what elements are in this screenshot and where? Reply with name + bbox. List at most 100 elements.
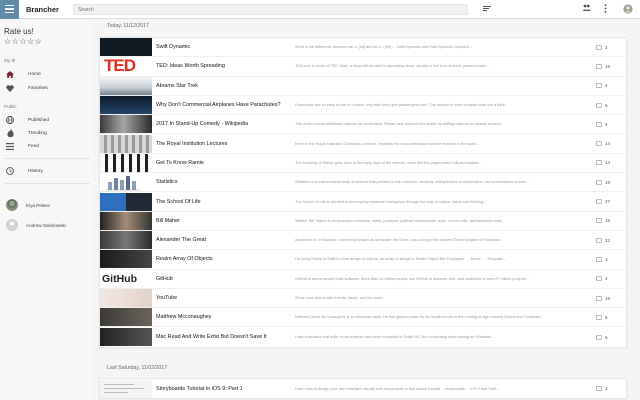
comment-count: 14 — [596, 141, 626, 147]
rating-stars[interactable]: ☆☆☆☆☆ — [4, 37, 42, 46]
avatar — [6, 199, 18, 211]
avatar — [6, 219, 18, 231]
item-title[interactable]: Abrams Star Trek — [152, 83, 295, 89]
sidebar-item-favorites[interactable]: Favorites — [0, 82, 93, 94]
thumbnail — [100, 379, 152, 398]
comment-icon — [596, 295, 602, 301]
item-title[interactable]: Mac Read And Write Exfat But Doesn't Sav… — [152, 334, 295, 340]
item-title[interactable]: Bill Maher — [152, 218, 295, 224]
comment-icon — [596, 256, 602, 262]
top-bar: Brancher + — [0, 0, 640, 19]
list-item[interactable]: Swift Dynamic What is the difference bet… — [100, 38, 626, 58]
sidebar-item-trending[interactable]: Trending — [0, 127, 93, 139]
item-title[interactable]: Storyboards Tutorial In iOS 9: Part 1 — [152, 386, 295, 392]
comment-icon — [596, 160, 602, 166]
main-content: Today, 11/12/2017 Swift Dynamic What is … — [93, 20, 640, 400]
people-icon[interactable] — [582, 4, 591, 13]
list-item[interactable]: Realm Array Of Objects I'm using Realm i… — [100, 250, 626, 270]
sidebar-item-label: Home — [28, 71, 41, 77]
item-title[interactable]: Why Don't Commercial Airplanes Have Para… — [152, 102, 295, 108]
item-title[interactable]: 2017 In Stand-Up Comedy - Wikipedia — [152, 121, 295, 127]
thumbnail — [100, 153, 152, 172]
comment-count: 2 — [596, 386, 626, 392]
sidebar-item-label: Published — [28, 117, 50, 123]
thumbnail — [100, 328, 152, 347]
item-description: The founding of Ramie goes back to the e… — [295, 160, 482, 165]
item-title[interactable]: Matthew Mcconaughey — [152, 314, 295, 320]
item-description: Share your videos with friends, family, … — [295, 296, 383, 300]
history-icon — [6, 167, 14, 175]
item-title[interactable]: The Royal Institution Lectures — [152, 141, 295, 147]
comment-icon — [596, 199, 602, 205]
more-vert-icon[interactable] — [604, 4, 607, 15]
thumbnail — [100, 231, 152, 250]
comment-count: 16 — [596, 295, 626, 301]
list-item[interactable]: Statistics Statistics is a mathematical … — [100, 173, 626, 193]
thumbnail — [100, 289, 152, 307]
item-title[interactable]: TED: Ideas Worth Spreading — [152, 63, 295, 69]
public-section-label: Public — [4, 104, 17, 109]
home-icon — [6, 70, 14, 78]
comment-count: 2 — [596, 44, 626, 50]
user-item[interactable]: Andrew Sokolowski — [0, 217, 93, 233]
item-title[interactable]: The School Of Life — [152, 199, 295, 205]
item-title[interactable]: Realm Array Of Objects — [152, 256, 295, 262]
comment-count: 16 — [596, 218, 626, 224]
list-item[interactable]: YouTube Share your videos with friends, … — [100, 289, 626, 309]
comment-count: 22 — [596, 237, 626, 243]
comment-count: 27 — [596, 199, 626, 205]
item-title[interactable]: GitHub — [152, 276, 295, 282]
list-item[interactable]: GitHub GitHub GitHub is where people bui… — [100, 269, 626, 289]
comment-count: 5 — [596, 314, 626, 320]
comment-icon — [596, 141, 602, 147]
menu-icon[interactable] — [0, 0, 19, 19]
list-item[interactable]: The Royal Institution Lectures Enter to … — [100, 134, 626, 154]
sidebar-item-label: Trending — [28, 130, 47, 136]
list-item[interactable]: The School Of Life The School of Life is… — [100, 192, 626, 212]
user-item[interactable]: Elya Peleev — [0, 197, 93, 213]
item-description: I had a situation that a file on an exte… — [295, 335, 494, 340]
comment-count: 6 — [596, 334, 626, 340]
thumbnail — [100, 192, 152, 211]
item-description: This article needs additional citations … — [295, 122, 504, 127]
sort-icon[interactable] — [483, 6, 491, 13]
date-header: Today, 11/12/2017 — [107, 23, 149, 29]
list-item[interactable]: Get To Know Ramie The founding of Ramie … — [100, 153, 626, 174]
item-title[interactable]: Alexander The Great — [152, 237, 295, 243]
item-description: GitHub is where people build software. M… — [295, 276, 529, 281]
list-item[interactable]: 2017 In Stand-Up Comedy - Wikipedia This… — [100, 115, 626, 135]
globe-icon — [6, 116, 14, 124]
comment-icon — [596, 44, 602, 50]
sidebar-item-published[interactable]: Published — [0, 114, 93, 126]
thumbnail — [100, 173, 152, 192]
sidebar-item-history[interactable]: History — [0, 165, 93, 177]
item-title[interactable]: Get To Know Ramie — [152, 160, 295, 166]
list-item[interactable]: Abrams Star Trek 4 — [100, 76, 626, 96]
thumbnail — [100, 134, 152, 153]
comment-icon — [596, 314, 602, 320]
list-item[interactable]: Why Don't Commercial Airplanes Have Para… — [100, 96, 626, 116]
list-item[interactable]: Storyboards Tutorial In iOS 9: Part 1 Le… — [100, 379, 626, 398]
comment-icon — [596, 386, 602, 392]
item-title[interactable]: Swift Dynamic — [152, 44, 295, 50]
sidebar-item-home[interactable]: Home — [0, 68, 93, 80]
item-title[interactable]: Statistics — [152, 179, 295, 185]
item-description: Parachutes are so easy to use in a plane… — [295, 103, 509, 108]
list-item[interactable]: TED TED: Ideas Worth Spreading TED.com i… — [100, 57, 626, 77]
sidebar-item-feed[interactable]: Feed — [0, 140, 93, 152]
item-description: William 'Bill' Maher is an American come… — [295, 218, 505, 223]
list-item[interactable]: Mac Read And Write Exfat But Doesn't Sav… — [100, 327, 626, 347]
comment-icon — [596, 179, 602, 185]
search-input[interactable] — [73, 4, 468, 15]
thumbnail — [100, 96, 152, 115]
list-item[interactable]: Bill Maher William 'Bill' Maher is an Am… — [100, 211, 626, 231]
item-description: Enter to the Royal Institution Christmas… — [295, 141, 480, 146]
list-item[interactable]: Matthew Mcconaughey Matthew David McCona… — [100, 308, 626, 328]
divider — [4, 158, 90, 159]
list-item[interactable]: Alexander The Great Alexander III of Mac… — [100, 231, 626, 251]
comment-count: 4 — [596, 83, 626, 89]
item-title[interactable]: YouTube — [152, 295, 295, 301]
comment-icon — [596, 276, 602, 282]
thumbnail — [100, 250, 152, 269]
avatar-icon[interactable] — [623, 4, 633, 16]
